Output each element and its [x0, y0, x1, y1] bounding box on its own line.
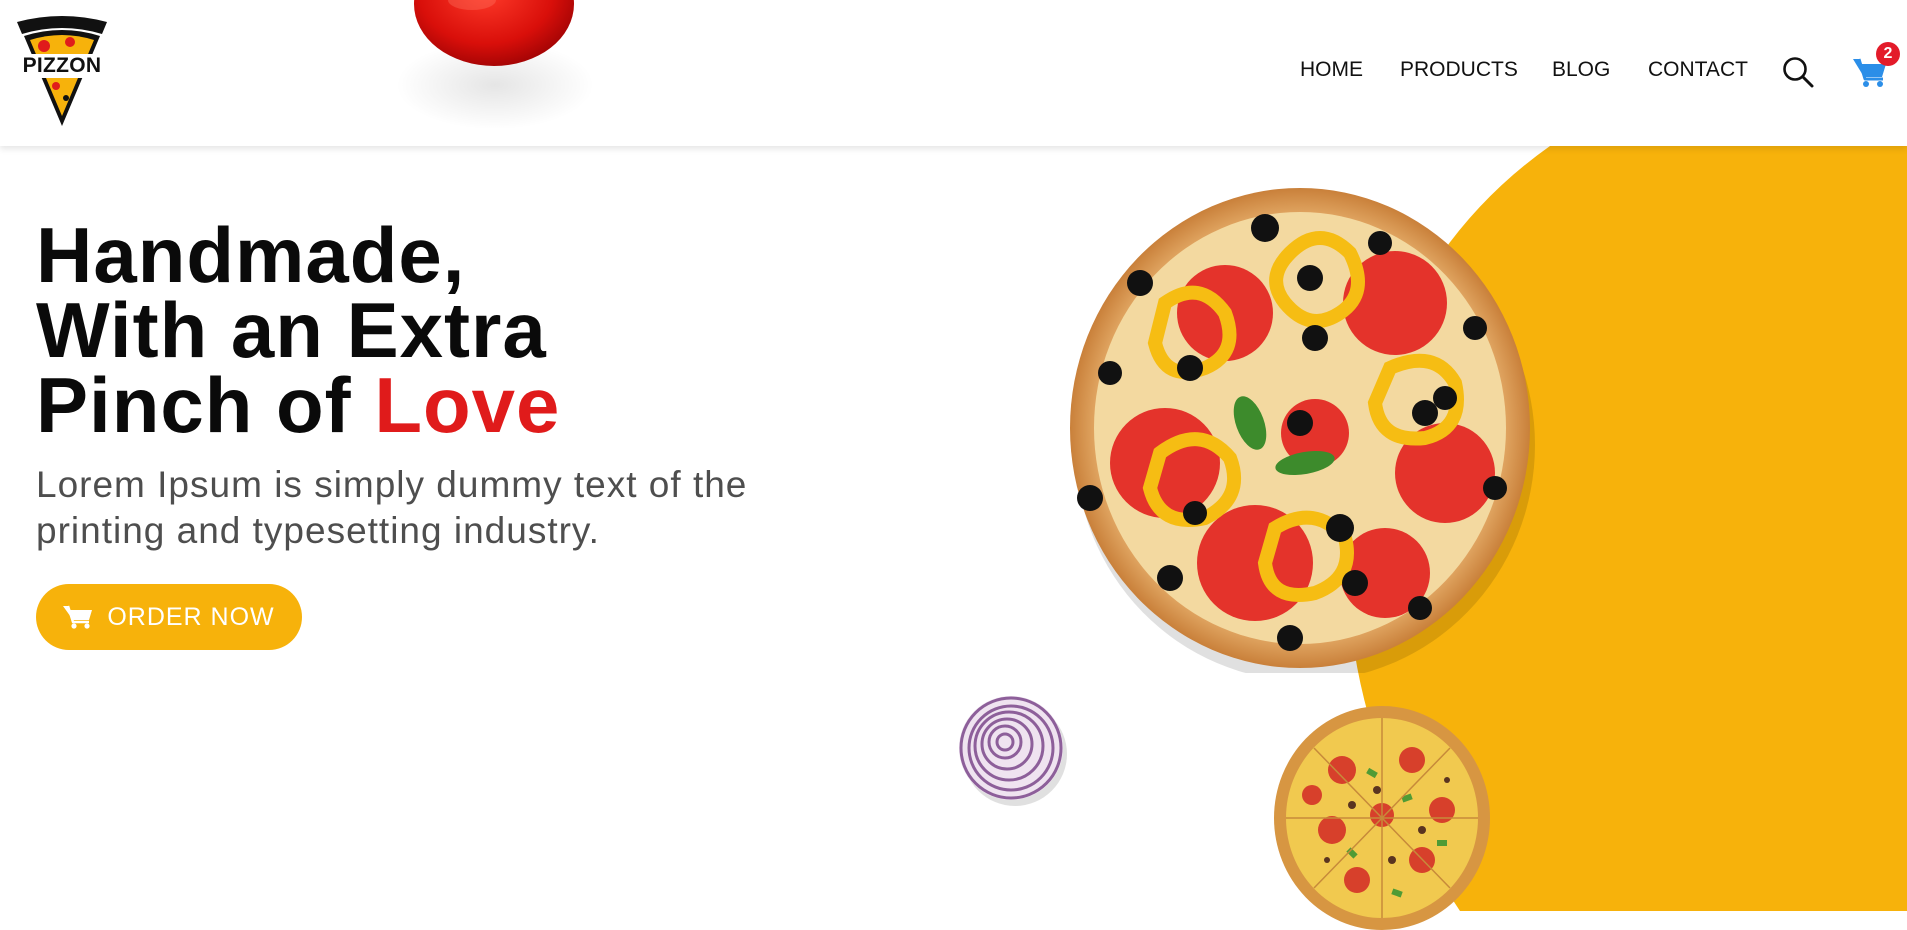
tomato-image	[414, 0, 574, 66]
pizza-image	[1070, 188, 1535, 673]
search-button[interactable]	[1781, 55, 1815, 89]
nav-products[interactable]: PRODUCTS	[1400, 58, 1518, 82]
nav-contact[interactable]: CONTACT	[1648, 58, 1748, 82]
hero-title: Handmade, With an Extra Pinch of Love	[36, 211, 560, 444]
hero-title-line2: With an Extra	[36, 286, 547, 374]
hero-title-line3: Pinch of Love	[36, 366, 560, 444]
cart-icon	[63, 605, 93, 629]
order-now-button[interactable]: ORDER NOW	[36, 584, 302, 650]
order-now-label: ORDER NOW	[107, 602, 275, 631]
cart-count-badge: 2	[1876, 42, 1900, 66]
hero-title-line1: Handmade,	[36, 211, 466, 299]
search-icon	[1783, 57, 1814, 88]
hero-title-highlight: Love	[374, 361, 561, 449]
onion-image	[959, 696, 1067, 806]
main-nav: HOME PRODUCTS BLOG CONTACT	[0, 58, 1907, 88]
hero-subtitle: Lorem Ipsum is simply dummy text of the …	[36, 464, 748, 551]
nav-blog[interactable]: BLOG	[1552, 58, 1610, 82]
site-header: PIZZON HOME PRODUCTS BLOG CONTACT 2	[0, 0, 1907, 146]
small-pizza-image	[1274, 706, 1490, 930]
nav-home[interactable]: HOME	[1300, 58, 1363, 82]
hero-title-line3-prefix: Pinch of	[36, 361, 375, 449]
